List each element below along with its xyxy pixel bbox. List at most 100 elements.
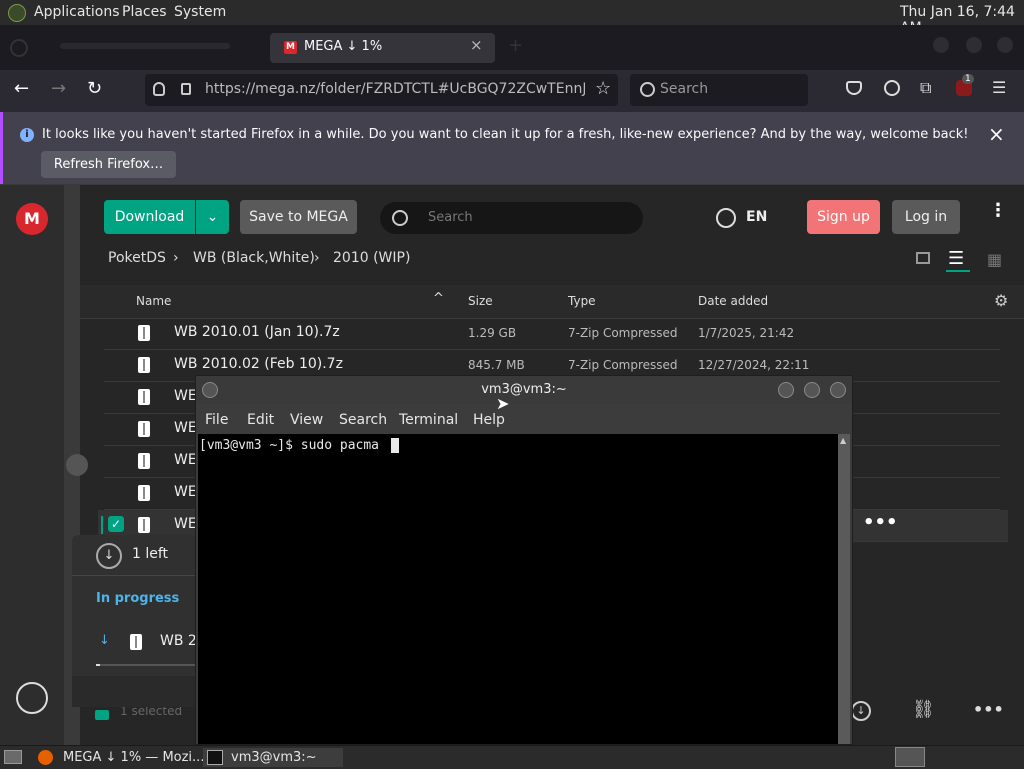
- menu-help[interactable]: Help: [473, 412, 505, 428]
- more-options-icon[interactable]: ⋮: [989, 202, 1007, 220]
- column-type[interactable]: Type: [568, 294, 596, 308]
- save-to-mega-button[interactable]: Save to MEGA: [240, 200, 357, 234]
- workspace-switcher-icon[interactable]: [895, 747, 925, 767]
- mouse-pointer-icon: ➤: [496, 394, 510, 413]
- url-text[interactable]: https://mega.nz/folder/FZRDTCTL#UcBGQ72Z…: [205, 81, 585, 97]
- terminal-scrollbar[interactable]: ▲: [838, 434, 850, 744]
- system-menu[interactable]: System: [174, 4, 226, 20]
- link-icon[interactable]: ⛓: [912, 699, 935, 720]
- breadcrumb-item[interactable]: WB (Black,White): [193, 250, 315, 266]
- close-notification-icon[interactable]: ×: [988, 122, 1005, 146]
- progress-track: [96, 664, 197, 666]
- breadcrumb-item[interactable]: PoketDS: [108, 250, 166, 266]
- transfer-manager-icon[interactable]: [16, 682, 48, 714]
- column-size[interactable]: Size: [468, 294, 493, 308]
- notification-text: It looks like you haven't started Firefo…: [42, 127, 969, 142]
- checkbox-checked-icon[interactable]: ✓: [108, 516, 124, 532]
- file-name: WB 2010.02 (Feb 10).7z: [174, 356, 343, 372]
- transfer-count: 1 left: [132, 546, 169, 562]
- tab-mega[interactable]: M MEGA ↓ 1% ×: [270, 33, 495, 63]
- applications-menu[interactable]: Applications: [34, 4, 120, 20]
- zip-file-icon: [138, 357, 150, 373]
- more-actions-icon[interactable]: •••: [973, 700, 1004, 719]
- transfer-footer: [72, 676, 197, 707]
- thumbnail-view-icon[interactable]: [916, 252, 930, 264]
- menu-file[interactable]: File: [205, 412, 228, 428]
- file-date: 12/27/2024, 22:11: [698, 358, 810, 372]
- blurred-tab-icon[interactable]: [10, 39, 28, 57]
- mega-logo[interactable]: M: [16, 203, 48, 235]
- breadcrumb-separator-icon: ›: [173, 250, 179, 266]
- close-window-icon[interactable]: [997, 37, 1013, 53]
- account-icon[interactable]: [884, 80, 900, 96]
- lock-icon[interactable]: [181, 83, 191, 95]
- file-name: WE: [174, 516, 197, 532]
- close-tab-icon[interactable]: ×: [470, 36, 483, 54]
- menu-terminal[interactable]: Terminal: [399, 412, 458, 428]
- in-progress-tab[interactable]: In progress: [96, 591, 179, 606]
- language-selector[interactable]: EN: [746, 209, 767, 225]
- file-date: 1/7/2025, 21:42: [698, 326, 795, 340]
- reload-icon[interactable]: ↻: [87, 78, 102, 99]
- column-date[interactable]: Date added: [698, 294, 768, 308]
- distro-logo-icon[interactable]: [8, 4, 26, 22]
- column-name[interactable]: Name: [136, 294, 171, 308]
- pocket-icon[interactable]: [846, 81, 862, 95]
- file-row[interactable]: WB 2010.01 (Jan 10).7z 1.29 GB 7-Zip Com…: [104, 318, 1000, 350]
- back-icon[interactable]: ←: [14, 78, 29, 99]
- bookmark-star-icon[interactable]: ☆: [595, 78, 611, 99]
- firefox-search-bar[interactable]: Search: [630, 74, 808, 106]
- sign-up-button[interactable]: Sign up: [807, 200, 880, 234]
- grid-view-icon[interactable]: ▦: [987, 250, 1002, 269]
- window-menu-icon[interactable]: [202, 382, 218, 398]
- log-in-button[interactable]: Log in: [892, 200, 960, 234]
- firefox-icon: [38, 750, 53, 765]
- search-placeholder: Search: [660, 81, 709, 97]
- ublock-badge: 1: [962, 74, 974, 84]
- list-view-icon[interactable]: ☰: [948, 248, 964, 269]
- terminal-cursor: [391, 438, 399, 453]
- zip-file-icon: [138, 485, 150, 501]
- extensions-icon[interactable]: ⧉: [920, 78, 931, 98]
- new-tab-icon[interactable]: +: [508, 35, 523, 56]
- selected-checkbox-icon[interactable]: [95, 710, 109, 720]
- terminal-title[interactable]: vm3@vm3:~: [196, 376, 852, 404]
- minimize-icon[interactable]: [933, 37, 949, 53]
- download-button[interactable]: Download: [104, 200, 195, 234]
- minimize-icon[interactable]: [778, 382, 794, 398]
- maximize-icon[interactable]: [966, 37, 982, 53]
- menu-search[interactable]: Search: [339, 412, 387, 428]
- file-size: 845.7 MB: [468, 358, 525, 372]
- refresh-firefox-button[interactable]: Refresh Firefox…: [41, 151, 176, 178]
- collapse-handle-icon[interactable]: [66, 454, 88, 476]
- menu-view[interactable]: View: [290, 412, 323, 428]
- bottom-taskbar: MEGA ↓ 1% — Mozi... vm3@vm3:~: [0, 745, 1024, 769]
- close-icon[interactable]: [830, 382, 846, 398]
- file-size: 1.29 GB: [468, 326, 517, 340]
- forward-icon[interactable]: →: [51, 78, 66, 99]
- blurred-tab[interactable]: [60, 43, 230, 49]
- taskbar-firefox[interactable]: MEGA ↓ 1% — Mozi...: [32, 748, 204, 767]
- download-dropdown-icon[interactable]: ⌄: [196, 200, 229, 234]
- file-name: WE: [174, 420, 197, 436]
- shield-icon[interactable]: [153, 82, 165, 96]
- row-more-icon[interactable]: •••: [863, 512, 898, 533]
- terminal-menu-bar: File Edit View Search Terminal Help: [196, 406, 852, 434]
- column-settings-gear-icon[interactable]: ⚙: [994, 291, 1008, 310]
- url-bar[interactable]: https://mega.nz/folder/FZRDTCTL#UcBGQ72Z…: [145, 74, 618, 106]
- places-menu[interactable]: Places: [122, 4, 167, 20]
- search-icon: [392, 210, 408, 226]
- globe-icon[interactable]: [716, 208, 736, 228]
- show-desktop-icon[interactable]: [4, 750, 22, 764]
- download-selected-icon[interactable]: ↓: [851, 701, 871, 721]
- maximize-icon[interactable]: [804, 382, 820, 398]
- mega-search-input[interactable]: Search: [380, 202, 643, 234]
- scroll-up-icon[interactable]: ▲: [840, 436, 846, 445]
- menu-edit[interactable]: Edit: [247, 412, 274, 428]
- breadcrumb-item[interactable]: 2010 (WIP): [333, 250, 410, 266]
- taskbar-terminal[interactable]: vm3@vm3:~: [203, 748, 343, 767]
- terminal-screen[interactable]: [vm3@vm3 ~]$ sudo pacma: [198, 434, 838, 744]
- tab-title: MEGA ↓ 1%: [304, 39, 383, 54]
- sort-ascending-icon[interactable]: ^: [433, 291, 444, 306]
- menu-icon[interactable]: ☰: [992, 78, 1006, 97]
